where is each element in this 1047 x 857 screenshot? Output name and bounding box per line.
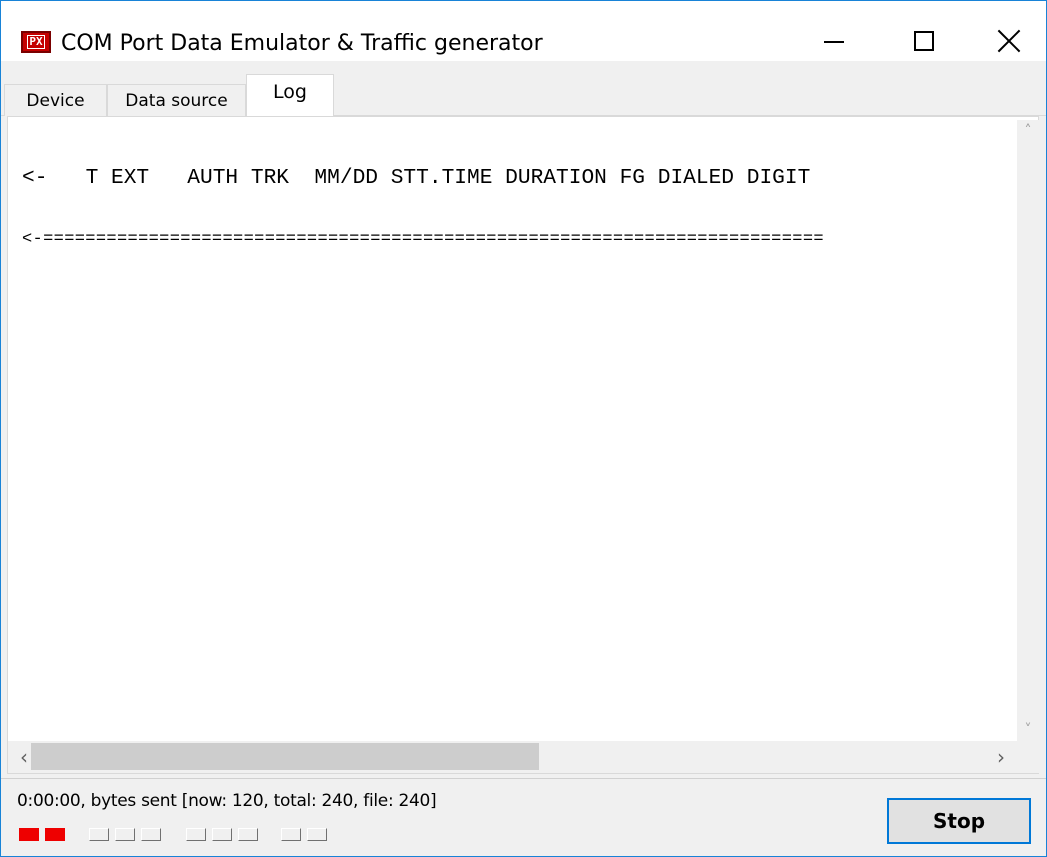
maximize-icon: [914, 31, 934, 51]
chevron-right-icon[interactable]: ›: [985, 741, 1017, 773]
status-separator: [1, 778, 1046, 779]
stop-button[interactable]: Stop: [887, 798, 1031, 844]
app-icon-glyph: PX: [27, 35, 45, 49]
minimize-icon: [824, 41, 844, 43]
traffic-indicator-led: [89, 828, 109, 841]
traffic-indicator-led: [115, 828, 135, 841]
horizontal-scroll-thumb[interactable]: [31, 743, 539, 770]
minimize-button[interactable]: [796, 20, 872, 62]
log-line-separator: <-======================================…: [22, 230, 824, 249]
tab-data-source[interactable]: Data source: [107, 84, 246, 116]
tab-log[interactable]: Log: [246, 74, 334, 117]
horizontal-scrollbar[interactable]: ‹ ›: [8, 741, 1039, 773]
window-title: COM Port Data Emulator & Traffic generat…: [61, 31, 543, 56]
traffic-indicator-led: [186, 828, 206, 841]
maximize-button[interactable]: [886, 20, 962, 62]
close-icon: [997, 29, 1021, 53]
log-output[interactable]: <- T EXT AUTH TRK MM/DD STT.TIME DURATIO…: [22, 123, 1022, 738]
chevron-up-icon[interactable]: ˄: [1017, 120, 1039, 142]
log-line-header: <- T EXT AUTH TRK MM/DD STT.TIME DURATIO…: [22, 166, 811, 190]
title-bar[interactable]: PX COM Port Data Emulator & Traffic gene…: [1, 1, 1046, 61]
close-button[interactable]: [971, 20, 1047, 62]
traffic-indicator-led: [212, 828, 232, 841]
traffic-indicator-led: [307, 828, 327, 841]
app-window: PX COM Port Data Emulator & Traffic gene…: [0, 0, 1047, 857]
traffic-indicator-led: [281, 828, 301, 841]
traffic-indicator-led: [238, 828, 258, 841]
traffic-indicator-led: [45, 828, 65, 841]
traffic-indicator-led: [19, 828, 39, 841]
log-panel[interactable]: <- T EXT AUTH TRK MM/DD STT.TIME DURATIO…: [7, 116, 1039, 774]
vertical-scrollbar[interactable]: ˄ ˅: [1017, 120, 1039, 741]
app-icon[interactable]: PX: [21, 31, 51, 53]
status-text: 0:00:00, bytes sent [now: 120, total: 24…: [17, 791, 437, 811]
traffic-indicator-led: [141, 828, 161, 841]
tab-device[interactable]: Device: [4, 84, 107, 116]
chevron-down-icon[interactable]: ˅: [1017, 719, 1039, 741]
